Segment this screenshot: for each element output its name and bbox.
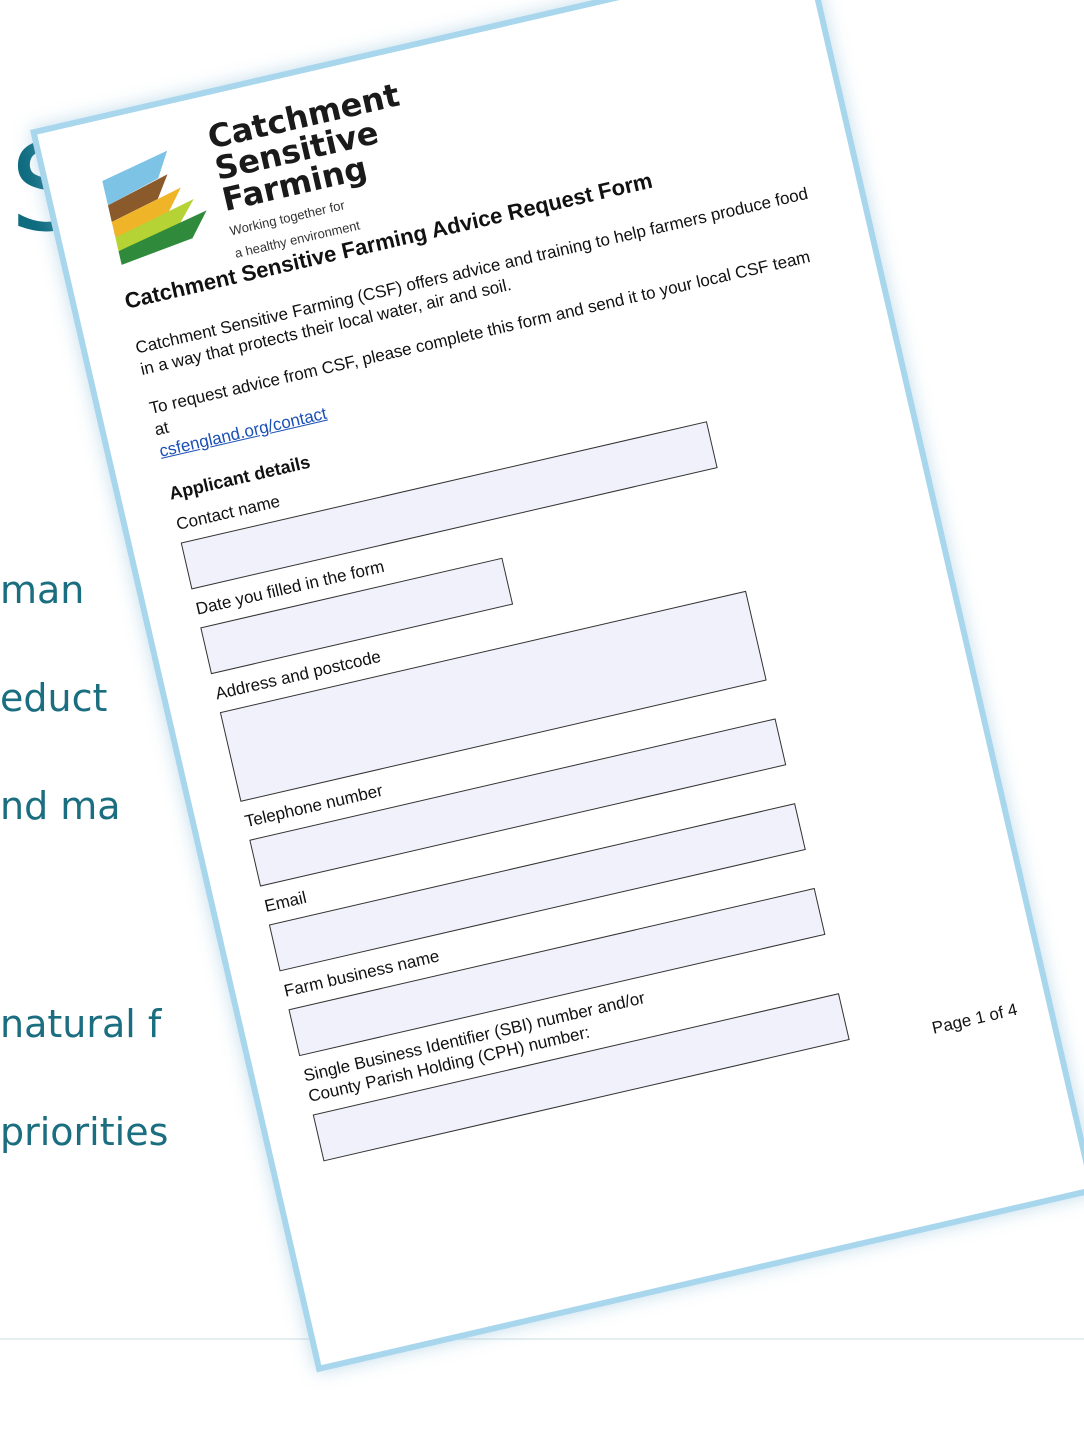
form-page: Catchment Sensitive Farming Working toge…	[30, 0, 1084, 1373]
page-number: Page 1 of 4	[930, 999, 1020, 1038]
background-bullet-4: natural f	[0, 1002, 162, 1046]
form-page-wrapper: Catchment Sensitive Farming Working toge…	[30, 0, 1084, 1373]
background-bullet-2: educt	[0, 676, 108, 720]
background-bullet-3: nd ma	[0, 784, 121, 828]
slide-stage: S g man educt nd ma natural f priorities…	[0, 0, 1084, 1440]
background-bullet-5: priorities	[0, 1110, 169, 1154]
background-divider	[0, 1338, 1084, 1340]
background-bullet-1: man	[0, 568, 85, 612]
farmland-logo-icon	[102, 150, 207, 265]
